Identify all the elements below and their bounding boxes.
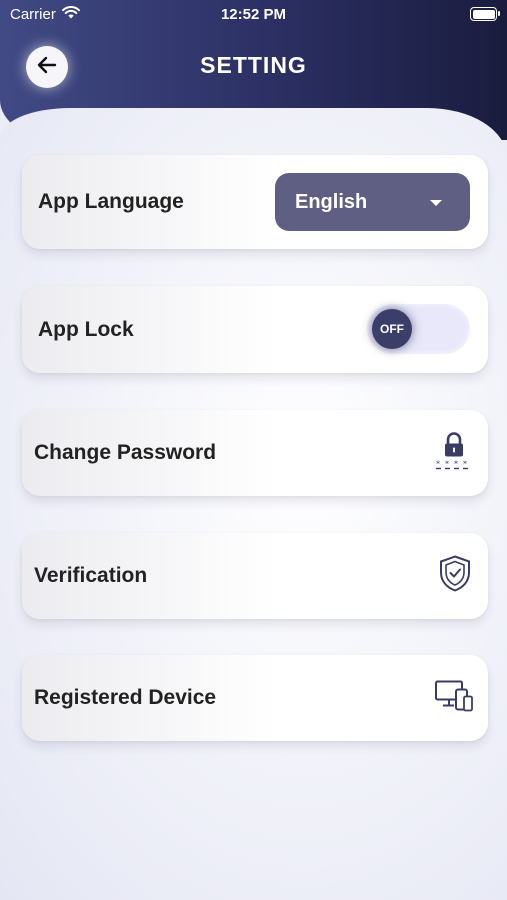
change-password-row[interactable]: Change Password * * * * — [22, 410, 488, 496]
toggle-state-label: OFF — [380, 322, 404, 336]
language-dropdown-value: English — [295, 190, 368, 213]
app-language-label: App Language — [38, 190, 184, 213]
verification-label: Verification — [34, 564, 148, 587]
app-lock-card: App Lock OFF — [22, 286, 488, 373]
clock: 12:52 PM — [220, 6, 287, 23]
svg-text:*: * — [463, 460, 467, 469]
language-dropdown[interactable]: English — [275, 173, 470, 231]
svg-text:*: * — [454, 460, 458, 469]
lock-password-icon: * * * * — [434, 431, 474, 476]
devices-icon — [434, 678, 474, 719]
svg-text:*: * — [436, 460, 440, 469]
status-bar: Carrier 12:52 PM — [0, 0, 507, 28]
app-language-card: App Language English — [22, 155, 488, 249]
app-lock-toggle[interactable]: OFF — [367, 304, 470, 354]
change-password-label: Change Password — [34, 441, 217, 464]
svg-text:*: * — [445, 460, 449, 469]
toggle-knob: OFF — [372, 309, 412, 349]
app-lock-label: App Lock — [38, 317, 134, 341]
chevron-down-icon — [430, 200, 442, 206]
registered-device-label: Registered Device — [34, 686, 217, 709]
registered-device-row[interactable]: Registered Device — [22, 655, 488, 741]
verification-row[interactable]: Verification — [22, 533, 488, 619]
shield-check-icon — [438, 555, 472, 598]
battery-icon — [470, 7, 500, 21]
page-title: SETTING — [200, 52, 307, 78]
